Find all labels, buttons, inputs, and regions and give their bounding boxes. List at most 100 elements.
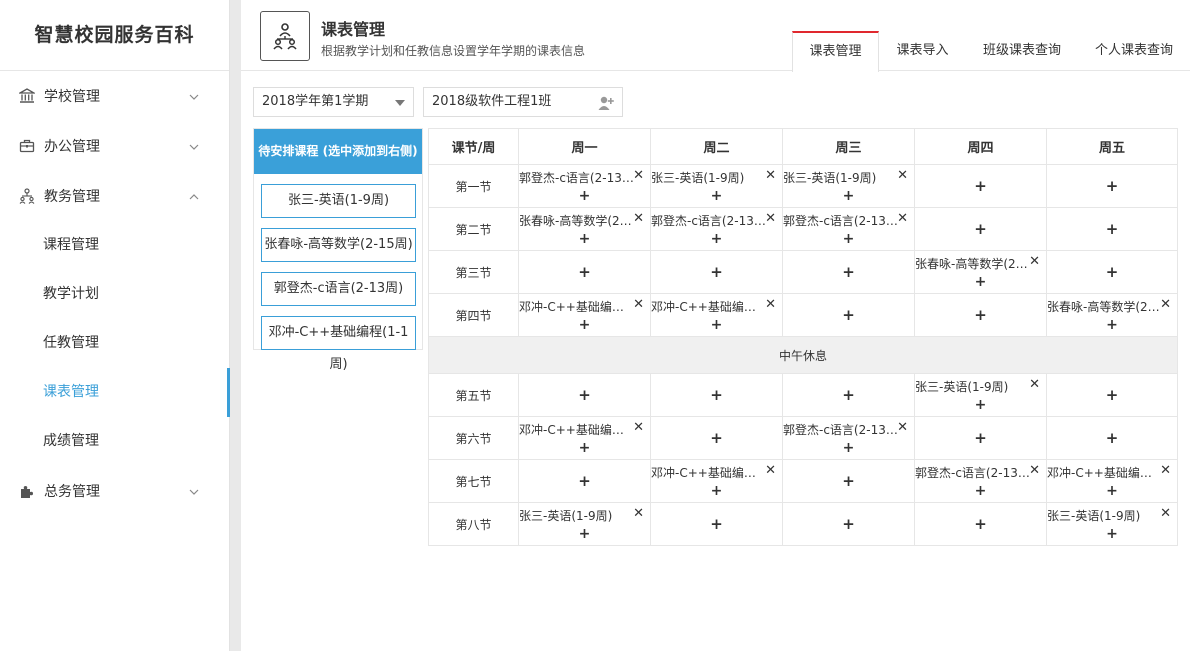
tab-0[interactable]: 课表管理 [792,31,879,72]
add-user-icon[interactable] [598,94,614,122]
course-name: 张三-英语(1-9周) [1047,509,1141,523]
delete-course-icon[interactable]: ✕ [1029,463,1040,479]
add-course-icon[interactable]: + [842,515,855,533]
sidebar-subitem-2[interactable]: 任教管理 [0,319,229,368]
add-course-icon[interactable]: + [519,527,650,541]
timetable-cell: + [1046,250,1178,294]
add-course-icon[interactable]: + [974,306,987,324]
add-course-icon[interactable]: + [974,220,987,238]
tab-3[interactable]: 个人课表查询 [1078,31,1190,71]
add-course-icon[interactable]: + [1047,527,1177,541]
delete-course-icon[interactable]: ✕ [633,168,644,184]
pending-course-item[interactable]: 张春咏-高等数学(2-15周) [261,228,416,262]
add-course-icon[interactable]: + [519,189,650,203]
add-course-icon[interactable]: + [651,484,782,498]
add-course-icon[interactable]: + [651,232,782,246]
delete-course-icon[interactable]: ✕ [633,420,644,436]
add-course-icon[interactable]: + [915,275,1046,289]
pending-course-item[interactable]: 张三-英语(1-9周) [261,184,416,218]
delete-course-icon[interactable]: ✕ [1160,506,1171,522]
sidebar-item-0[interactable]: 学校管理 [0,71,229,121]
timetable-cell: + [782,293,915,337]
add-course-icon[interactable]: + [783,441,914,455]
add-course-icon[interactable]: + [710,429,723,447]
sidebar-item-label: 办公管理 [44,139,100,155]
sidebar-subitem-0[interactable]: 课程管理 [0,221,229,270]
course-name: 郭登杰-c语言(2-13周) [519,171,635,185]
course-name: 郭登杰-c语言(2-13周) [783,423,899,437]
timetable-row: 第八节 张三-英语(1-9周) ✕ + + + + 张三-英语(1-9周) ✕ + [428,502,1178,546]
delete-course-icon[interactable]: ✕ [765,168,776,184]
sidebar-subitem-4[interactable]: 成绩管理 [0,417,229,466]
add-course-icon[interactable]: + [1106,220,1119,238]
nav-menu: 学校管理办公管理教务管理 课程管理 教学计划 任教管理 课表管理 成绩管理 总务管理 [0,71,230,516]
add-course-icon[interactable]: + [710,515,723,533]
add-course-icon[interactable]: + [783,189,914,203]
sidebar-subitem-3[interactable]: 课表管理 [0,368,230,417]
sidebar-subitem-1[interactable]: 教学计划 [0,270,229,319]
delete-course-icon[interactable]: ✕ [633,297,644,313]
delete-course-icon[interactable]: ✕ [1160,297,1171,313]
timetable-cell: 张三-英语(1-9周) ✕ + [782,164,915,208]
timetable-cell: 邓冲-C++基础编程(1-1周)✕ + [1046,459,1178,503]
add-course-icon[interactable]: + [915,484,1046,498]
sidebar-item-3[interactable]: 总务管理 [0,466,229,516]
delete-course-icon[interactable]: ✕ [1029,254,1040,270]
timetable-cell: + [782,502,915,546]
add-course-icon[interactable]: + [710,386,723,404]
delete-course-icon[interactable]: ✕ [1029,377,1040,393]
class-input[interactable]: 2018级软件工程1班 [423,87,623,117]
add-course-icon[interactable]: + [519,441,650,455]
add-course-icon[interactable]: + [915,398,1046,412]
delete-course-icon[interactable]: ✕ [897,168,908,184]
add-course-icon[interactable]: + [974,429,987,447]
timetable-cell: + [914,502,1047,546]
add-course-icon[interactable]: + [578,386,591,404]
delete-course-icon[interactable]: ✕ [897,211,908,227]
period-label: 第一节 [428,164,519,208]
add-course-icon[interactable]: + [974,515,987,533]
add-course-icon[interactable]: + [578,263,591,281]
add-course-icon[interactable]: + [842,386,855,404]
timetable-row: 第一节 郭登杰-c语言(2-13周) ✕ + 张三-英语(1-9周) ✕ + 张三-英语(1-… [428,164,1178,208]
add-course-icon[interactable]: + [1047,484,1177,498]
term-select[interactable]: 2018学年第1学期 [253,87,414,117]
chevron-down-icon [189,90,199,106]
add-course-icon[interactable]: + [974,177,987,195]
scheduled-course: 张三-英语(1-9周) ✕ + [783,165,914,207]
course-name: 郭登杰-c语言(2-13周) [915,466,1031,480]
delete-course-icon[interactable]: ✕ [765,211,776,227]
add-course-icon[interactable]: + [651,318,782,332]
timetable-cell: 邓冲-C++基础编程(1-1周)✕ + [650,459,783,503]
add-course-icon[interactable]: + [519,232,650,246]
timetable-cell: + [1046,416,1178,460]
tab-2[interactable]: 班级课表查询 [966,31,1078,71]
timetable-row: 第六节邓冲-C++基础编程(1-1周)✕++郭登杰-c语言(2-13周)✕+++ [428,416,1178,460]
add-course-icon[interactable]: + [842,263,855,281]
pending-course-item[interactable]: 邓冲-C++基础编程(1-1周) [261,316,416,372]
add-course-icon[interactable]: + [842,472,855,490]
delete-course-icon[interactable]: ✕ [765,463,776,479]
add-course-icon[interactable]: + [578,472,591,490]
sidebar-item-1[interactable]: 办公管理 [0,121,229,171]
add-course-icon[interactable]: + [1047,318,1177,332]
add-course-icon[interactable]: + [519,318,650,332]
add-course-icon[interactable]: + [783,232,914,246]
tab-1[interactable]: 课表导入 [879,31,966,71]
caret-down-icon [395,100,405,106]
sidebar-item-2[interactable]: 教务管理 [0,171,229,221]
delete-course-icon[interactable]: ✕ [765,297,776,313]
add-course-icon[interactable]: + [651,189,782,203]
add-course-icon[interactable]: + [842,306,855,324]
delete-course-icon[interactable]: ✕ [1160,463,1171,479]
add-course-icon[interactable]: + [1106,177,1119,195]
add-course-icon[interactable]: + [710,263,723,281]
add-course-icon[interactable]: + [1106,263,1119,281]
add-course-icon[interactable]: + [1106,429,1119,447]
add-course-icon[interactable]: + [1106,386,1119,404]
delete-course-icon[interactable]: ✕ [897,420,908,436]
delete-course-icon[interactable]: ✕ [633,211,644,227]
pending-course-item[interactable]: 郭登杰-c语言(2-13周) [261,272,416,306]
period-label: 第五节 [428,373,519,417]
delete-course-icon[interactable]: ✕ [633,506,644,522]
